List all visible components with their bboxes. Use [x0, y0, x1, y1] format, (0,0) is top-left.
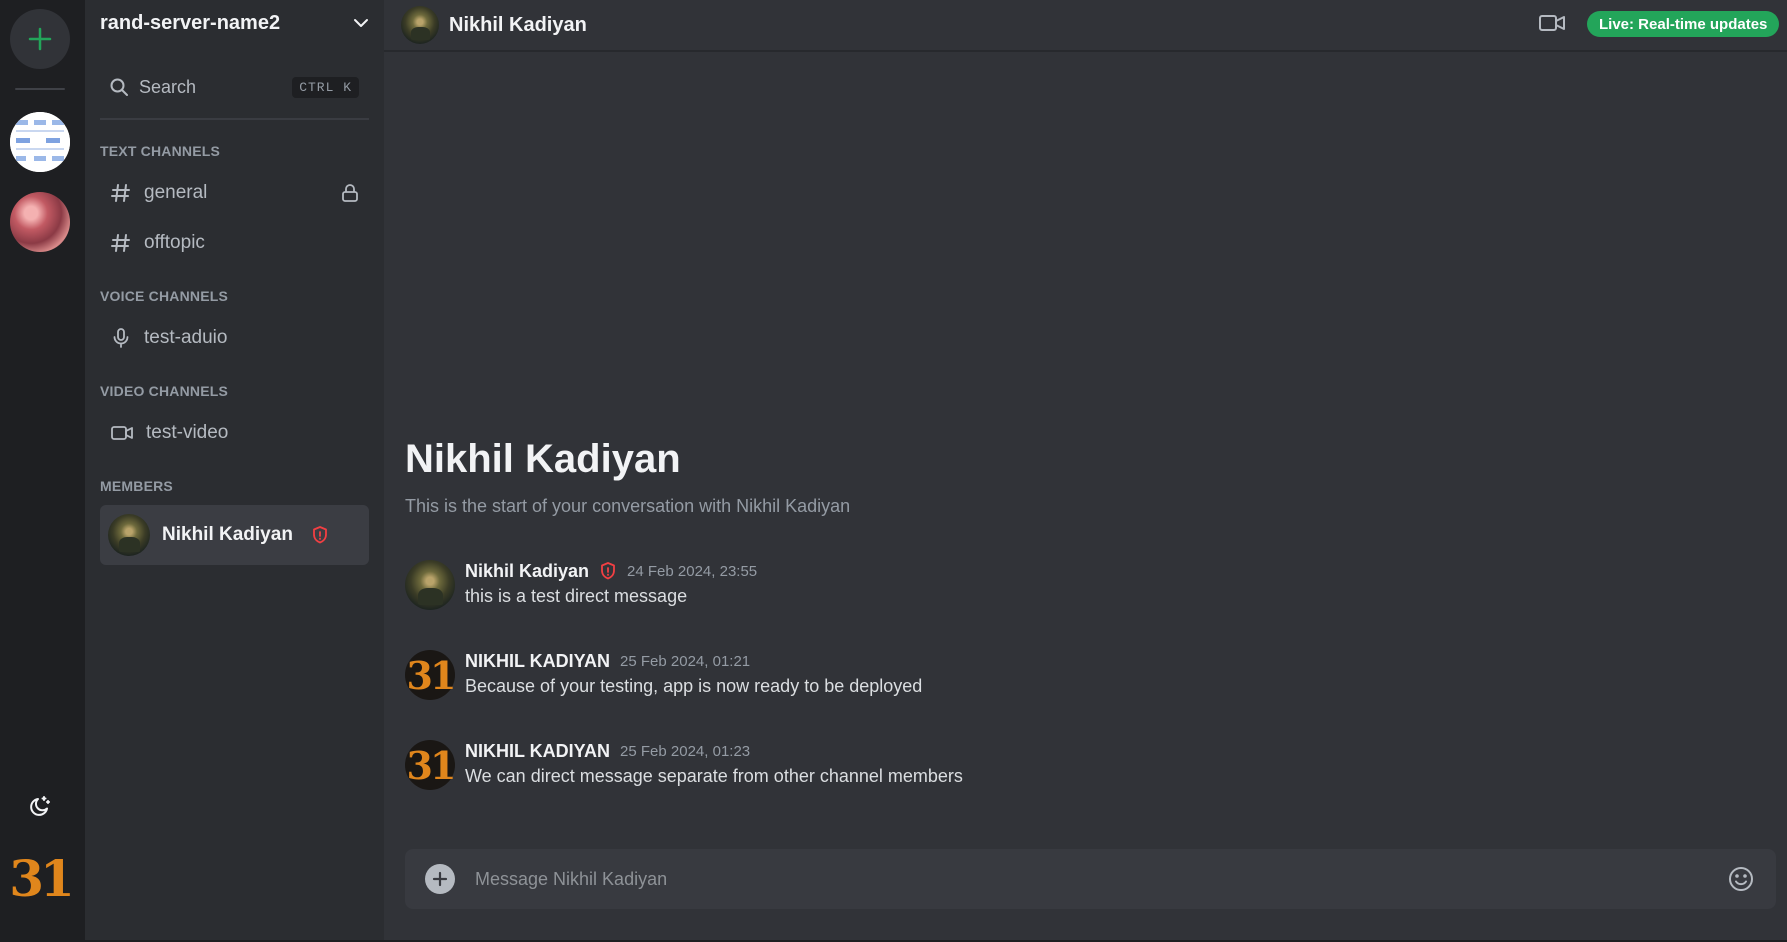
channel-sidebar: rand-server-name2 Search CTRL K TEXT CHA… [85, 0, 384, 940]
hash-icon [111, 234, 130, 252]
section-title-members: MEMBERS [100, 478, 173, 494]
shield-alert-icon [599, 561, 617, 581]
emoji-button[interactable] [1726, 864, 1756, 894]
server-icon-1[interactable] [10, 112, 70, 172]
message-author[interactable]: Nikhil Kadiyan [465, 561, 589, 582]
user-profile-logo[interactable]: 31 [9, 848, 75, 908]
server-header-dropdown[interactable]: rand-server-name2 [85, 0, 384, 46]
plus-icon [432, 871, 448, 887]
avatar [108, 514, 150, 556]
message-text: Because of your testing, app is now read… [465, 676, 923, 696]
message-timestamp: 25 Feb 2024, 01:23 [620, 742, 751, 760]
smile-icon [1729, 867, 1753, 891]
chevron-down-icon [354, 19, 368, 27]
plus-icon [28, 27, 52, 51]
search-button[interactable]: Search CTRL K [101, 70, 367, 104]
avatar [401, 6, 439, 44]
attach-button[interactable] [425, 864, 455, 894]
server-name: rand-server-name2 [100, 11, 281, 34]
live-status-badge: Live: Real-time updates [1587, 11, 1780, 37]
welcome-title: Nikhil Kadiyan [405, 437, 681, 481]
message-composer [405, 849, 1776, 909]
server-rail: 31 [0, 0, 85, 940]
channel-label: general [144, 182, 208, 203]
conversation-title: Nikhil Kadiyan [449, 13, 587, 36]
video-camera-icon [111, 426, 133, 440]
message-item: Nikhil Kadiyan 24 Feb 2024, 23:55 this i… [405, 560, 1745, 616]
channel-offtopic[interactable]: offtopic [100, 223, 369, 263]
message-timestamp: 25 Feb 2024, 01:21 [620, 652, 751, 670]
search-icon [110, 78, 128, 96]
shield-alert-icon [311, 525, 329, 545]
microphone-icon [113, 328, 129, 348]
section-title-voice-channels: VOICE CHANNELS [100, 288, 229, 304]
channel-label: test-video [146, 422, 229, 443]
search-label: Search [139, 76, 197, 97]
channel-label: offtopic [144, 232, 205, 253]
video-call-button[interactable] [1537, 12, 1567, 34]
lock-icon [342, 184, 358, 202]
member-name: Nikhil Kadiyan [162, 524, 293, 545]
message-item: 31 NIKHIL KADIYAN 25 Feb 2024, 01:23 We … [405, 740, 1745, 796]
message-timestamp: 24 Feb 2024, 23:55 [627, 562, 758, 580]
section-title-text-channels: TEXT CHANNELS [100, 143, 221, 159]
avatar[interactable]: 31 [405, 740, 456, 790]
divider [100, 118, 369, 120]
welcome-subtitle: This is the start of your conversation w… [405, 496, 851, 516]
member-item[interactable]: Nikhil Kadiyan [100, 505, 369, 565]
server-thumbnail-image [10, 112, 70, 172]
moon-star-icon [30, 796, 50, 816]
video-camera-icon [1539, 15, 1565, 31]
message-item: 31 NIKHIL KADIYAN 25 Feb 2024, 01:21 Bec… [405, 650, 1745, 706]
message-text: this is a test direct message [465, 586, 688, 606]
message-input[interactable] [475, 859, 1726, 899]
section-title-video-channels: VIDEO CHANNELS [100, 383, 229, 399]
theme-toggle-button[interactable] [22, 788, 58, 824]
conversation-pane: Nikhil Kadiyan Live: Real-time updates N… [384, 0, 1787, 940]
conversation-header: Nikhil Kadiyan Live: Real-time updates [384, 0, 1787, 52]
channel-label: test-aduio [144, 327, 228, 348]
channel-general[interactable]: general [100, 173, 369, 213]
search-shortcut: CTRL K [292, 76, 359, 98]
server-icon-2[interactable] [10, 192, 70, 252]
message-author[interactable]: NIKHIL KADIYAN [465, 651, 610, 672]
hash-icon [111, 184, 130, 202]
message-text: We can direct message separate from othe… [465, 766, 963, 786]
channel-test-aduio[interactable]: test-aduio [100, 318, 369, 358]
rail-divider [15, 88, 65, 90]
avatar[interactable] [405, 560, 455, 610]
message-author[interactable]: NIKHIL KADIYAN [465, 741, 610, 762]
avatar[interactable]: 31 [405, 650, 456, 700]
channel-test-video[interactable]: test-video [100, 413, 369, 453]
add-server-button[interactable] [10, 9, 70, 69]
